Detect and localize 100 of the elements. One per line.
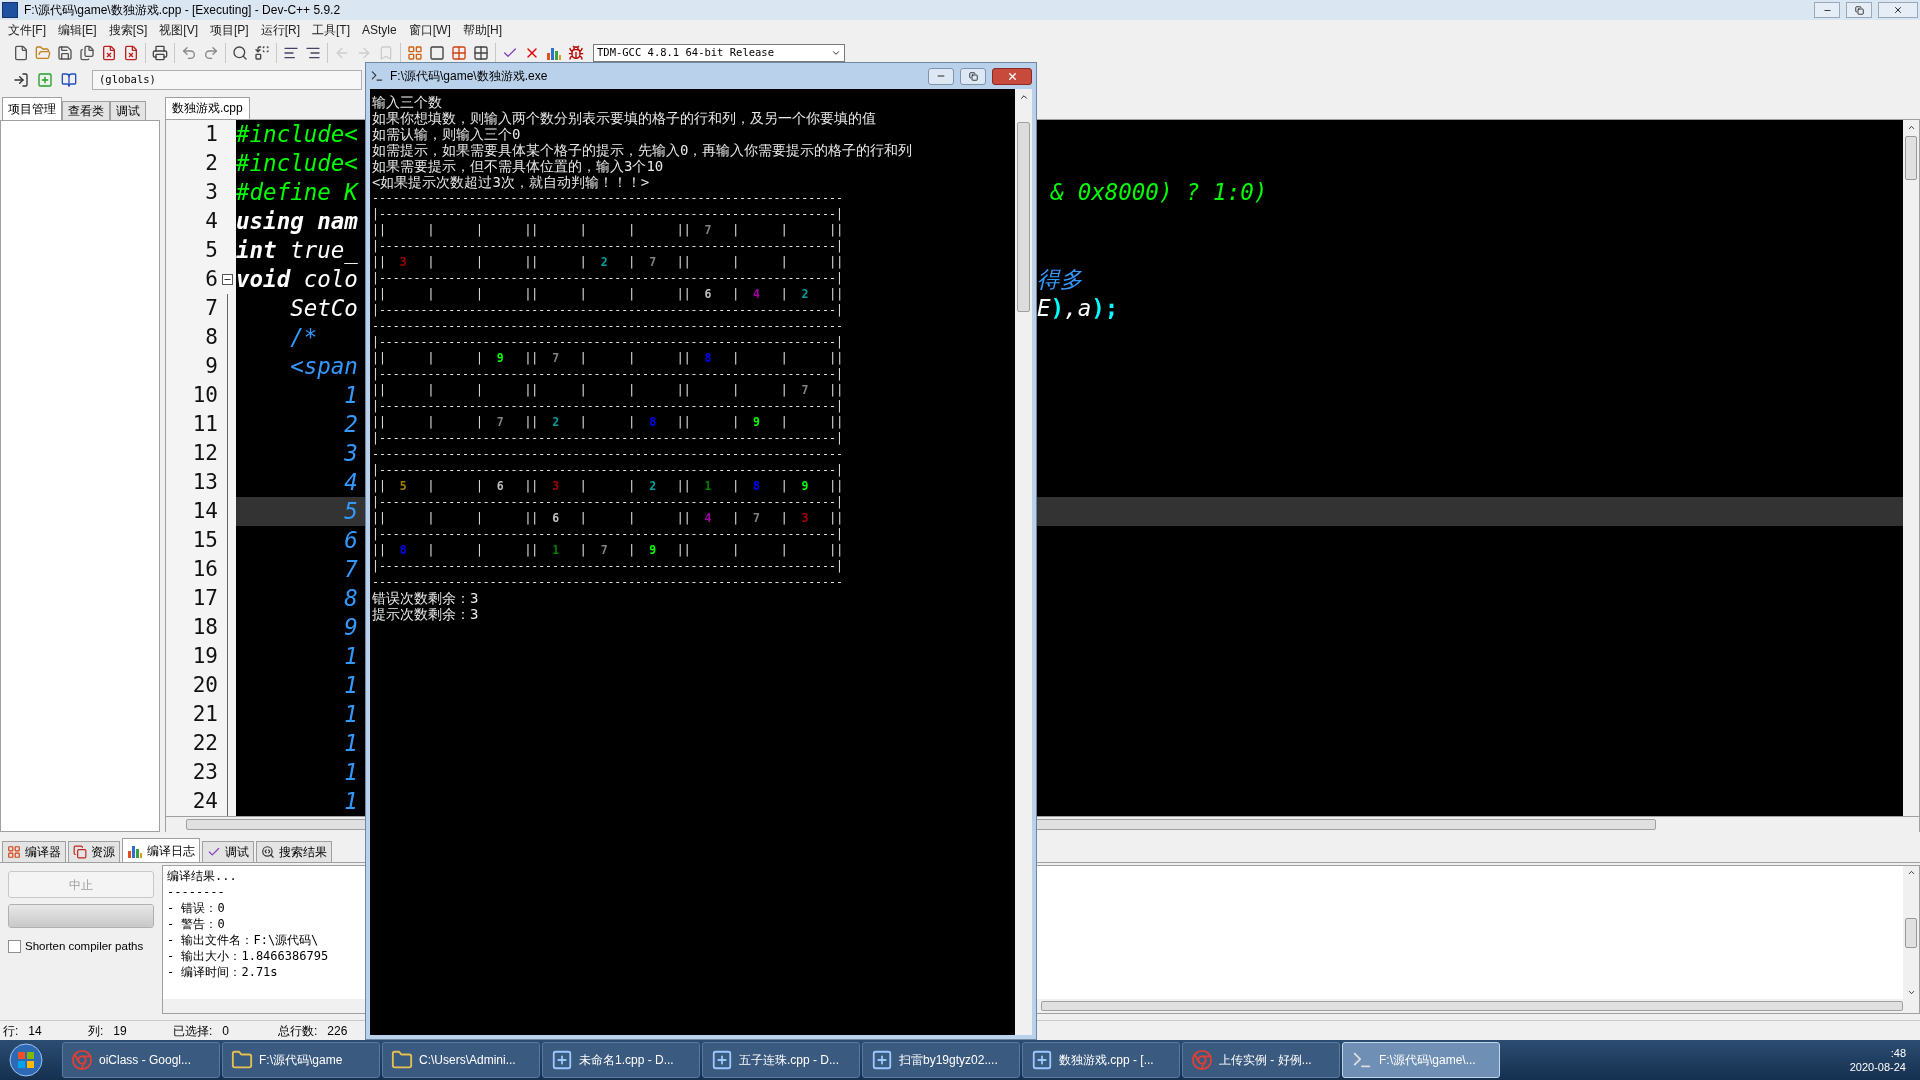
taskbar-item[interactable]: oiClass - Googl... bbox=[62, 1042, 220, 1078]
compiler-select[interactable]: TDM-GCC 4.8.1 64-bit Release bbox=[593, 44, 845, 62]
output-tab[interactable]: 调试 bbox=[202, 841, 254, 862]
taskbar-item[interactable]: F:\源代码\game bbox=[222, 1042, 380, 1078]
code-line: SetCo bbox=[289, 294, 358, 321]
board-row: || | | 7 || 2 | | 8 || | 9 | || bbox=[372, 414, 844, 430]
output-tab[interactable]: 编译日志 bbox=[122, 838, 200, 862]
board-row: || 8 | | || 1 | 7 | 9 || | | || bbox=[372, 542, 844, 558]
board-rule: |------------------------------------------------------------------| bbox=[372, 366, 843, 382]
board-rule: |------------------------------------------------------------------| bbox=[372, 558, 843, 574]
restore-icon bbox=[1854, 5, 1864, 15]
line-number: 24 bbox=[191, 787, 218, 815]
menu-item[interactable]: 窗口[W] bbox=[402, 21, 457, 39]
log-line: - 错误：0 bbox=[167, 900, 225, 916]
taskbar-item[interactable]: 扫雷by19gtyz02.... bbox=[862, 1042, 1020, 1078]
line-number: 9 bbox=[204, 352, 218, 380]
maximize-button[interactable] bbox=[960, 67, 986, 85]
restore-button[interactable] bbox=[1846, 2, 1872, 18]
menu-item[interactable]: 搜索[S] bbox=[102, 21, 154, 39]
line-number: 8 bbox=[204, 323, 218, 351]
console-line: <如果提示次数超过3次，就自动判输！！！> bbox=[372, 174, 650, 190]
panel-tab[interactable]: 调试 bbox=[110, 101, 146, 120]
vertical-scrollbar[interactable] bbox=[1903, 866, 1919, 999]
output-tab[interactable]: 编译器 bbox=[2, 841, 66, 862]
taskbar-item[interactable]: C:\Users\Admini... bbox=[382, 1042, 540, 1078]
fold-minus-icon[interactable] bbox=[221, 273, 233, 285]
scroll-thumb[interactable] bbox=[1905, 135, 1917, 180]
line-number: 1 bbox=[204, 120, 218, 148]
console-line: 如果你想填数，则输入两个数分别表示要填的格子的行和列，及另一个你要填的值 bbox=[372, 110, 876, 126]
app-icon bbox=[1031, 1049, 1053, 1071]
console-line: 提示次数剩余：3 bbox=[372, 606, 479, 622]
code-line: #include< bbox=[236, 149, 358, 176]
scope-select[interactable]: (globals) bbox=[92, 70, 362, 90]
close-button[interactable] bbox=[992, 67, 1032, 85]
scroll-thumb[interactable] bbox=[1905, 917, 1917, 948]
board-row: || | | || | | || 7 | | || bbox=[372, 222, 844, 238]
code-line: 1 bbox=[343, 642, 358, 669]
scroll-down-icon bbox=[1906, 988, 1916, 997]
output-tab[interactable]: 资源 bbox=[68, 841, 120, 862]
log-line: - 输出文件名：F:\源代码\ bbox=[167, 932, 319, 948]
board-rule: -------------------------------------------------------------------- bbox=[372, 574, 843, 590]
line-number: 4 bbox=[204, 207, 218, 235]
console-app-icon bbox=[370, 69, 384, 83]
folder-icon bbox=[231, 1049, 253, 1071]
board-row: || | | 9 || 7 | | || 8 | | || bbox=[372, 350, 844, 366]
status-value: 0 bbox=[222, 1022, 230, 1040]
code-line: 2 bbox=[343, 410, 358, 437]
menu-item[interactable]: 视图[V] bbox=[153, 21, 204, 39]
log-line: - 警告：0 bbox=[167, 916, 225, 932]
scroll-thumb[interactable] bbox=[1017, 122, 1030, 312]
board-rule: |------------------------------------------------------------------| bbox=[372, 526, 843, 542]
menu-item[interactable]: 编辑[E] bbox=[52, 21, 103, 39]
code-line: 9 bbox=[343, 613, 358, 640]
status-value: 19 bbox=[113, 1022, 127, 1040]
menu-item[interactable]: AStyle bbox=[356, 21, 403, 39]
code-line: & 0x8000) ? 1:0) bbox=[1049, 178, 1268, 205]
windows-logo-icon bbox=[9, 1043, 43, 1077]
log-line: -------- bbox=[167, 884, 225, 900]
taskbar-item[interactable]: 五子连珠.cpp - D... bbox=[702, 1042, 860, 1078]
minimize-button[interactable] bbox=[928, 67, 954, 85]
taskbar-item[interactable]: 上传实例 - 好例... bbox=[1182, 1042, 1340, 1078]
file-tab[interactable]: 数独游戏.cpp bbox=[165, 96, 250, 119]
panel-tab[interactable]: 项目管理 bbox=[2, 97, 62, 120]
line-number: 11 bbox=[191, 410, 218, 438]
menu-item[interactable]: 帮助[H] bbox=[456, 21, 509, 39]
line-number: 7 bbox=[204, 294, 218, 322]
taskbar-item[interactable]: 未命名1.cpp - D... bbox=[542, 1042, 700, 1078]
board-row: || | | || 6 | | || 4 | 7 | 3 || bbox=[372, 510, 844, 526]
vertical-scrollbar[interactable] bbox=[1015, 89, 1032, 1035]
folder-icon bbox=[391, 1049, 413, 1071]
menu-item[interactable]: 文件[F] bbox=[2, 21, 52, 39]
status-value: 14 bbox=[28, 1022, 42, 1040]
scroll-up-icon bbox=[1018, 92, 1029, 102]
line-number: 23 bbox=[191, 758, 218, 786]
line-number: 12 bbox=[191, 439, 218, 467]
browser-icon bbox=[71, 1049, 93, 1071]
checkbox[interactable] bbox=[8, 940, 21, 954]
line-number: 18 bbox=[191, 613, 218, 641]
close-icon bbox=[1006, 70, 1018, 82]
horizontal-scrollbar[interactable] bbox=[1041, 1001, 1903, 1011]
console-line: 如需提示，如果需要具体某个格子的提示，先输入0，再输入你需要提示的格子的行和列 bbox=[372, 142, 913, 158]
line-number: 17 bbox=[191, 584, 218, 612]
code-line: void colo bbox=[236, 265, 358, 292]
app-icon bbox=[551, 1049, 573, 1071]
taskbar-item[interactable]: 数独游戏.cpp - [... bbox=[1022, 1042, 1180, 1078]
panel-tab[interactable]: 查看类 bbox=[62, 101, 110, 120]
line-number: 21 bbox=[191, 700, 218, 728]
status-value: 226 bbox=[327, 1022, 348, 1040]
menu-item[interactable]: 项目[P] bbox=[204, 21, 255, 39]
code-line: 1 bbox=[343, 729, 358, 756]
app-icon bbox=[871, 1049, 893, 1071]
scroll-up-icon bbox=[1906, 868, 1916, 877]
log-line: - 输出大小：1.8466386795 bbox=[167, 948, 329, 964]
menu-item[interactable]: 工具[T] bbox=[306, 21, 357, 39]
output-tab[interactable]: 搜索结果 bbox=[256, 841, 332, 862]
board-rule: |------------------------------------------------------------------| bbox=[372, 462, 843, 478]
code-line: #define K bbox=[236, 178, 358, 205]
line-number: 6 bbox=[204, 265, 218, 293]
board-rule: |------------------------------------------------------------------| bbox=[372, 430, 843, 446]
menu-item[interactable]: 运行[R] bbox=[254, 21, 307, 39]
